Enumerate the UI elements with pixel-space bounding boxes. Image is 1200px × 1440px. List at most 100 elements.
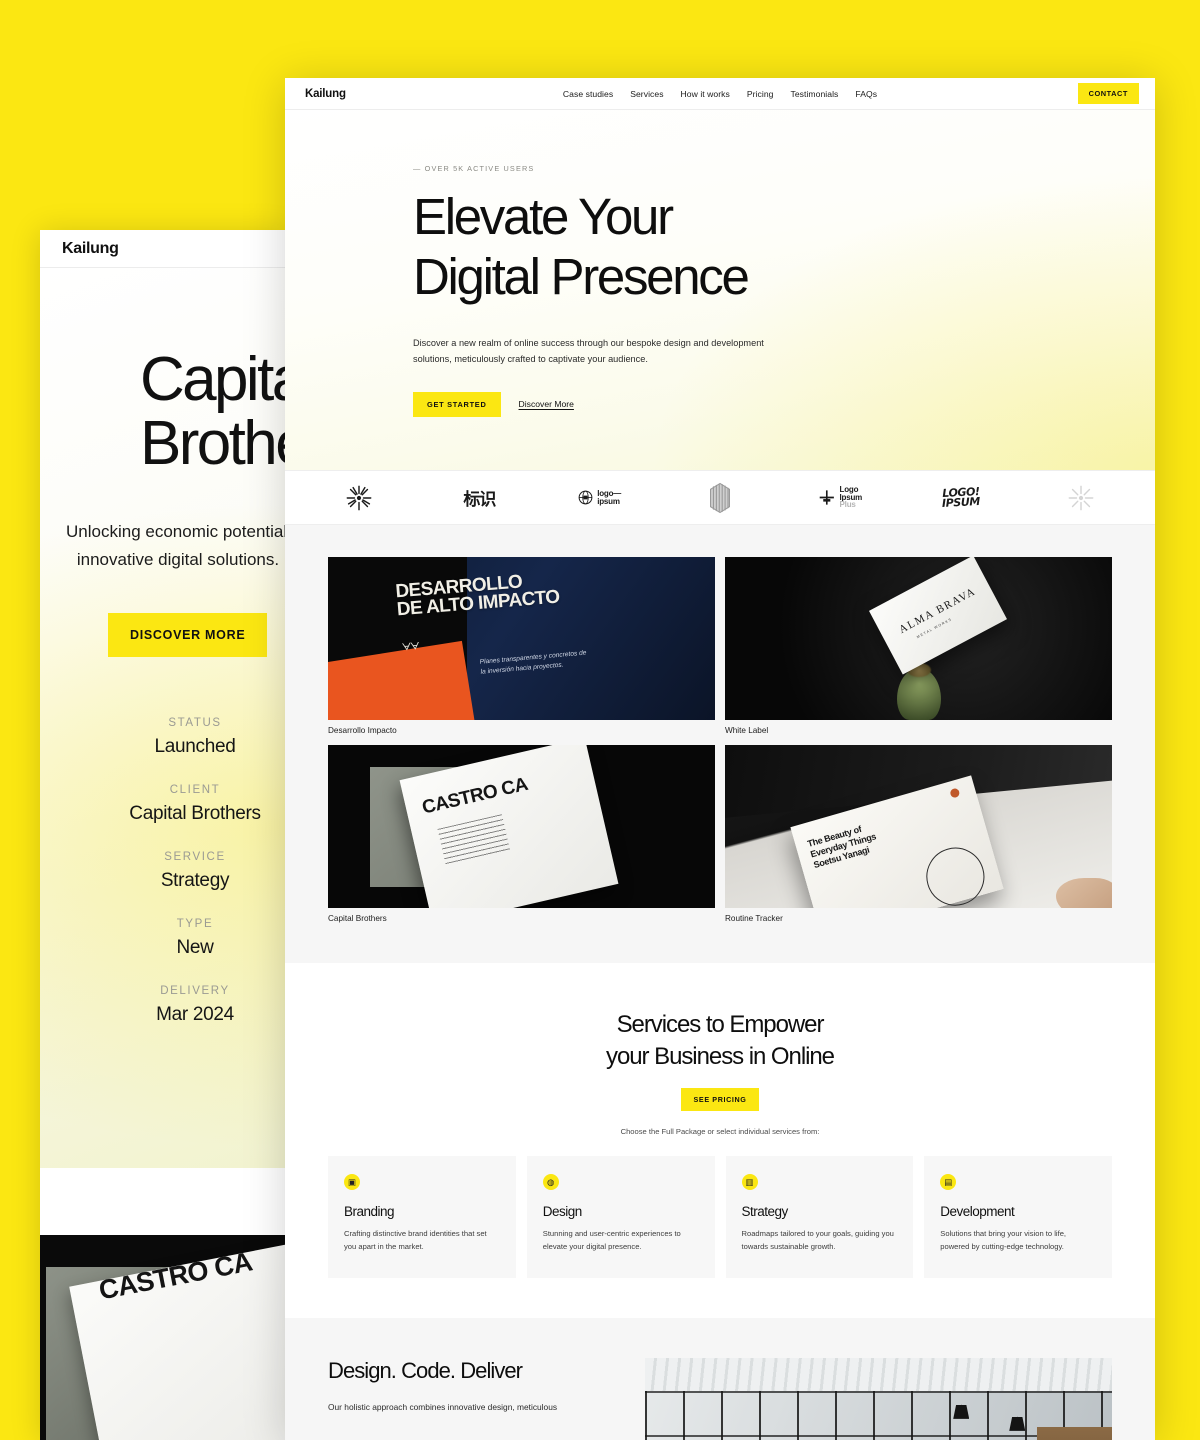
brand-logo[interactable]: Kailung (305, 88, 346, 100)
book-title: The Beauty of Everyday Things Soetsu Yan… (806, 823, 878, 870)
meta-label: CLIENT (169, 783, 221, 796)
case-study-navbar: Kailung (40, 230, 290, 268)
cactus-illustration (896, 668, 941, 720)
case-study-meta-list: STATUS Launched CLIENT Capital Brothers … (40, 717, 290, 1026)
lightbulb-icon: ◍ (542, 1174, 559, 1191)
case-study-card-white-label[interactable]: ALMA BRAVA METAL WORKS White Label (725, 557, 1112, 735)
nav-link-services[interactable]: Services (630, 89, 663, 99)
services-heading-line2: your Business in Online (606, 1042, 835, 1070)
logo-ipsum-scribble: LOGO! IPSUM (921, 481, 1001, 515)
process-heading: Design. Code. Deliver (328, 1358, 523, 1384)
meta-row-service: SERVICE Strategy (40, 851, 290, 892)
business-card-mockup: ALMA BRAVA METAL WORKS (868, 557, 1007, 675)
website-window: Kailung Case studies Services How it wor… (285, 78, 1155, 1440)
case-study-logo[interactable]: Kailung (62, 240, 119, 258)
process-paragraph: Our holistic approach combines innovativ… (328, 1402, 558, 1413)
sheet-title: CASTRO CA (420, 773, 530, 819)
meta-row-client: CLIENT Capital Brothers (40, 784, 290, 825)
case-study-caption: Routine Tracker (725, 914, 783, 923)
services-note: Choose the Full Package or select indivi… (620, 1127, 820, 1137)
hero-eyebrow: — OVER 5K ACTIVE USERS (413, 164, 535, 173)
service-card-branding[interactable]: ▣ Branding Crafting distinctive brand id… (328, 1156, 516, 1279)
meta-row-status: STATUS Launched (40, 717, 290, 758)
case-study-caption: White Label (725, 726, 769, 735)
case-study-photo: CASTRO CA (40, 1235, 290, 1440)
service-card-design[interactable]: ◍ Design Stunning and user-centric exper… (526, 1156, 715, 1279)
nav-link-case-studies[interactable]: Case studies (563, 89, 613, 99)
plus-logo-line3: Plus (839, 500, 856, 510)
hero-section: — OVER 5K ACTIVE USERS Elevate Your Digi… (285, 110, 1155, 470)
meta-value: Mar 2024 (156, 1003, 234, 1025)
meta-row-delivery: DELIVERY Mar 2024 (40, 985, 290, 1026)
meta-label: SERVICE (164, 850, 226, 863)
case-study-thumbnail: ALMA BRAVA METAL WORKS (725, 557, 1112, 720)
case-study-thumbnail: DESARROLLO DE ALTO IMPACTO ᗄᗄ Planes tra… (328, 557, 715, 720)
case-study-title-line2: Brothers (140, 409, 290, 479)
meta-value: Launched (154, 735, 236, 757)
service-title: Strategy (741, 1204, 789, 1220)
case-study-subtitle-line2: innovative digital solutions. (76, 549, 280, 569)
logo-ipsum-globe: logo— ipsum (560, 481, 640, 515)
case-study-card-routine-tracker[interactable]: The Beauty of Everyday Things Soetsu Yan… (725, 745, 1112, 923)
services-grid: ▣ Branding Crafting distinctive brand id… (285, 1156, 1155, 1279)
service-description: Solutions that bring your vision to life… (940, 1229, 1067, 1251)
hero-cta-group: GET STARTED Discover More (413, 391, 1155, 417)
discover-more-button[interactable]: DISCOVER MORE (108, 612, 268, 657)
case-study-card-desarrollo[interactable]: DESARROLLO DE ALTO IMPACTO ᗄᗄ Planes tra… (328, 557, 715, 735)
discover-more-link[interactable]: Discover More (519, 399, 574, 409)
navbar: Kailung Case studies Services How it wor… (285, 78, 1155, 110)
hexagon-stack-logo (680, 481, 760, 515)
nav-link-how-it-works[interactable]: How it works (681, 89, 730, 99)
services-heading-line1: Services to Empower (616, 1011, 825, 1038)
globe-icon (578, 490, 593, 505)
thumb-body: Planes transparentes y concretos de la i… (479, 649, 587, 676)
case-study-hero: Capital Brothers Unlocking economic pote… (40, 268, 290, 1168)
service-card-development[interactable]: ▤ Development Solutions that bring your … (924, 1156, 1112, 1279)
service-description: Stunning and user-centric experiences to… (542, 1229, 681, 1251)
process-section: Design. Code. Deliver Our holistic appro… (285, 1318, 1155, 1440)
service-description: Roadmaps tailored to your goals, guiding… (741, 1229, 894, 1251)
service-card-strategy[interactable]: ▥ Strategy Roadmaps tailored to your goa… (725, 1156, 914, 1279)
nav-link-pricing[interactable]: Pricing (747, 89, 774, 99)
case-study-title-line1: Capital (140, 345, 290, 414)
cjk-brush-logo: 标识 (439, 481, 519, 515)
client-logo-strip: 标识 logo— ipsum Logo Ipsum Plus LOGO! IPS… (285, 470, 1155, 525)
logo-ipsum-plus: Logo Ipsum Plus (800, 481, 880, 515)
laptop-icon: ▤ (940, 1174, 957, 1191)
service-title: Development (940, 1204, 1015, 1220)
process-text-column: Design. Code. Deliver Our holistic appro… (328, 1358, 633, 1440)
thumb-mark: ᗄᗄ (401, 641, 420, 654)
meta-label: STATUS (168, 716, 222, 729)
case-studies-section: DESARROLLO DE ALTO IMPACTO ᗄᗄ Planes tra… (285, 525, 1155, 963)
case-study-caption: Desarrollo Impacto (328, 726, 397, 735)
nav-link-testimonials[interactable]: Testimonials (790, 89, 838, 99)
case-study-card-capital-brothers[interactable]: CASTRO CA Capital Brothers (328, 745, 715, 923)
nav-link-faqs[interactable]: FAQs (855, 89, 877, 99)
meta-row-type: TYPE New (40, 918, 290, 959)
case-study-panel: Kailung Capital Brothers Unlocking econo… (40, 230, 290, 1440)
case-studies-grid: DESARROLLO DE ALTO IMPACTO ᗄᗄ Planes tra… (328, 557, 1112, 923)
logo-ipsum-line2: ipsum (597, 496, 620, 506)
nav-links: Case studies Services How it works Prici… (563, 89, 877, 99)
services-section: Services to Empower your Business in Onl… (285, 963, 1155, 1319)
contact-button[interactable]: CONTACT (1077, 83, 1139, 104)
hero-heading-line2: Digital Presence (413, 247, 750, 305)
case-study-subtitle-line1: Unlocking economic potential with (66, 521, 290, 541)
case-study-cta-group: DISCOVER MORE See Website (40, 612, 290, 657)
see-pricing-button[interactable]: SEE PRICING (680, 1088, 760, 1112)
meta-label: TYPE (176, 917, 214, 930)
case-study-thumbnail: The Beauty of Everyday Things Soetsu Yan… (725, 745, 1112, 908)
case-study-caption: Capital Brothers (328, 914, 387, 923)
service-title: Branding (344, 1204, 395, 1220)
meta-value: Strategy (160, 869, 230, 891)
columns-icon: ▥ (741, 1174, 758, 1191)
office-interior-photo (645, 1358, 1112, 1440)
meta-value: New (176, 936, 214, 958)
get-started-button[interactable]: GET STARTED (413, 391, 501, 417)
starburst-logo (319, 481, 399, 515)
starburst-logo-partial (1041, 481, 1121, 515)
meta-label: DELIVERY (160, 984, 230, 997)
service-title: Design (542, 1204, 583, 1220)
case-study-thumbnail: CASTRO CA (328, 745, 715, 908)
meta-value: Capital Brothers (129, 802, 261, 824)
